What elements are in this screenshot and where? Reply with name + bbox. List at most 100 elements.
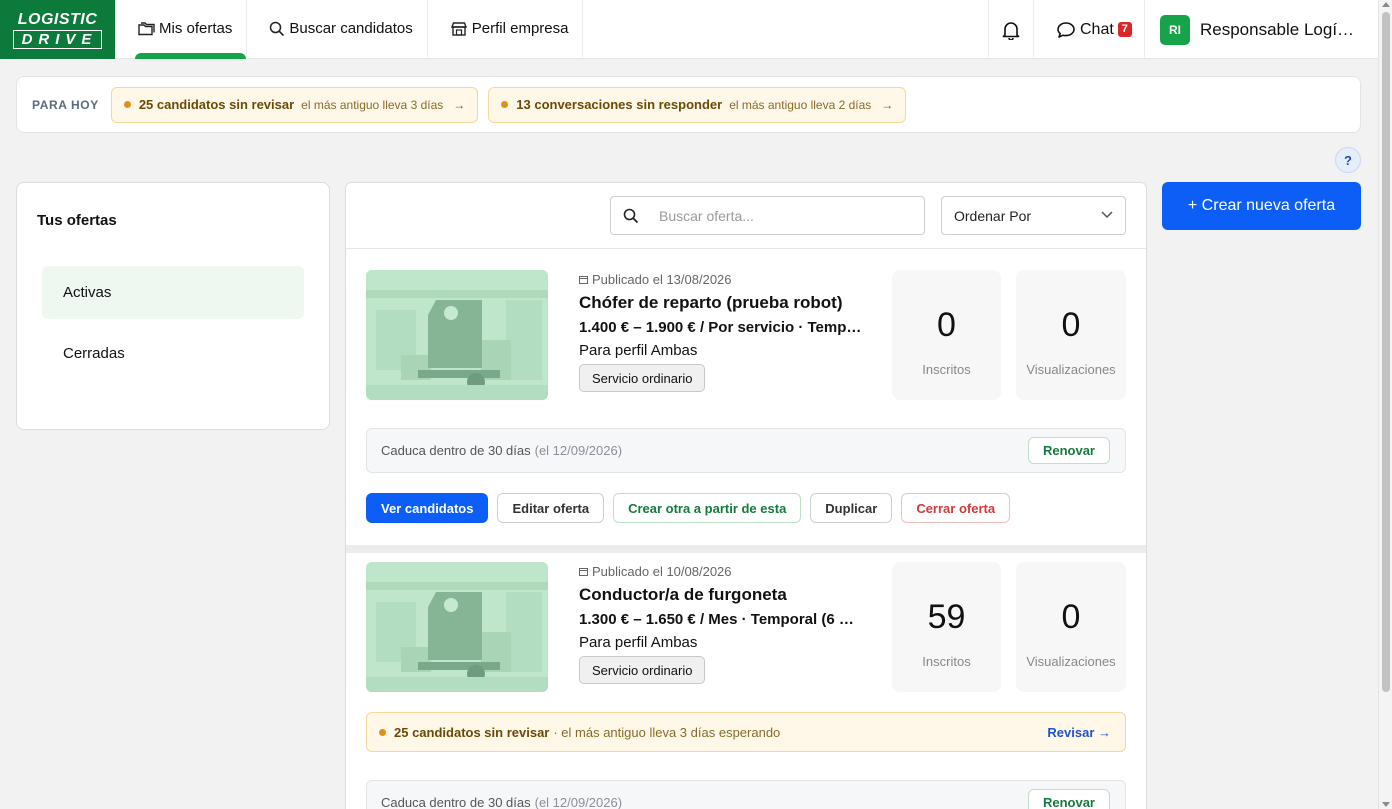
brand-logo[interactable]: LOGISTIC DRIVE [0,0,115,59]
stat-visualizaciones: 0 Visualizaciones [1016,270,1126,400]
offers-toolbar: Ordenar Por [346,183,1146,249]
warning-dot-icon [501,101,509,108]
chat-button[interactable]: Chat 7 [1033,0,1144,59]
offer-expiry-bar: Caduca dentro de 30 días (el 12/09/2026)… [366,428,1126,473]
chevron-down-icon [1101,211,1113,219]
search-box[interactable] [610,196,925,235]
delivery-robot-illustration [366,562,548,692]
alert-title: 13 conversaciones sin responder [516,97,723,112]
stat-inscritos-label: Inscritos [922,654,971,669]
chat-label: Chat [1080,20,1114,38]
sort-label: Ordenar Por [954,207,1032,224]
main-nav: Mis ofertas Buscar candidatos Perfil emp… [115,0,584,59]
sidebar-title: Tus ofertas [37,212,117,229]
review-candidates-alert: 25 candidatos sin revisar · el más antig… [366,712,1126,752]
review-alert-title: 25 candidatos sin revisar [394,724,550,740]
view-candidates-button[interactable]: Ver candidatos [366,493,489,523]
renew-button[interactable]: Renovar [1027,437,1110,464]
stat-inscritos[interactable]: 59 Inscritos [892,562,1001,692]
warning-dot-icon [379,728,386,736]
offers-panel: Ordenar Por Publicado el 13/08/2026 [345,182,1147,809]
create-from-offer-button[interactable]: Crear otra a partir de esta [613,493,802,523]
review-link[interactable]: Revisar → [1047,725,1111,740]
nav-mis-ofertas-label: Mis ofertas [159,20,233,37]
offer-profile: Para perfil Ambas [579,634,698,651]
stat-views-label: Visualizaciones [1026,654,1116,669]
stat-inscritos[interactable]: 0 Inscritos [892,270,1001,400]
offer-profile: Para perfil Ambas [579,342,698,359]
brand-line1: LOGISTIC [17,10,98,28]
alert-subtitle: el más antiguo lleva 2 días [729,97,872,112]
sort-select[interactable]: Ordenar Por [941,196,1126,235]
expiry-text: Caduca dentro de 30 días [381,795,531,809]
chat-count-badge: 7 [1117,22,1132,37]
help-button[interactable]: ? [1335,147,1361,173]
nav-perfil-empresa-label: Perfil empresa [471,20,569,37]
nav-buscar-candidatos[interactable]: Buscar candidatos [247,0,428,59]
warning-dot-icon [123,101,131,108]
user-name: Responsable Logística [1200,19,1360,39]
nav-perfil-empresa[interactable]: Perfil empresa [428,0,584,59]
today-alert-candidates[interactable]: 25 candidatos sin revisar el más antiguo… [110,86,479,123]
offer-actions: Ver candidatos Editar oferta Crear otra … [366,493,1019,523]
stat-views-label: Visualizaciones [1026,362,1116,377]
calendar-icon [579,568,588,576]
page-scrollbar[interactable] [1378,0,1392,809]
expiry-date: (el 12/09/2026) [534,795,623,809]
stat-inscritos-value: 59 [927,598,966,636]
offer-salary: 1.300 € – 1.650 € / Mes · Temporal (6 me… [579,611,864,628]
notifications-button[interactable] [988,0,1033,59]
alert-title: 25 candidatos sin revisar [138,97,295,112]
today-alert-conversations[interactable]: 13 conversaciones sin responder el más a… [488,86,907,123]
nav-mis-ofertas[interactable]: Mis ofertas [115,0,248,59]
sidebar-item-cerradas[interactable]: Cerradas [42,327,304,380]
stat-visualizaciones: 0 Visualizaciones [1016,562,1126,692]
stat-views-value: 0 [1061,598,1081,636]
offer-date-text: Publicado el 13/08/2026 [592,272,732,287]
today-panel: PARA HOY 25 candidatos sin revisar el má… [16,76,1361,133]
stat-inscritos-label: Inscritos [922,362,971,377]
search-icon [270,21,285,36]
duplicate-button[interactable]: Duplicar [810,493,893,523]
store-icon [450,21,467,36]
brand-line2: DRIVE [12,29,103,49]
search-icon [623,208,639,223]
offers-sidebar: Tus ofertas Activas Cerradas [16,182,330,430]
delivery-robot-illustration [366,270,548,400]
offer-divider [346,545,1146,553]
offer-title[interactable]: Conductor/a de furgoneta [579,585,787,605]
offer-publish-date: Publicado el 13/08/2026 [579,272,732,287]
offer-date-text: Publicado el 10/08/2026 [592,564,732,579]
offer-thumbnail [366,270,548,400]
stat-inscritos-value: 0 [937,306,956,344]
scroll-up-arrow-icon[interactable] [1382,2,1390,7]
offer-tag: Servicio ordinario [579,656,706,684]
edit-offer-button[interactable]: Editar oferta [497,493,605,523]
chat-bubble-icon [1057,21,1075,38]
offer-tag: Servicio ordinario [579,364,706,392]
scroll-down-arrow-icon[interactable] [1382,802,1390,807]
alert-subtitle: el más antiguo lleva 3 días [301,97,444,112]
close-offer-button[interactable]: Cerrar oferta [901,493,1011,523]
offer-expiry-bar: Caduca dentro de 30 días (el 12/09/2026)… [366,780,1126,809]
avatar: RI [1160,14,1190,45]
expiry-text: Caduca dentro de 30 días [381,443,531,458]
stat-views-value: 0 [1061,306,1081,344]
search-input[interactable] [659,207,899,224]
arrow-right-icon: → [453,97,466,112]
offer-title[interactable]: Chófer de reparto (prueba robot) [579,293,843,313]
offer-salary: 1.400 € – 1.900 € / Por servicio · Tempo… [579,319,864,336]
bell-icon [1002,21,1020,40]
arrow-right-icon: → [881,97,894,112]
top-header: LOGISTIC DRIVE Mis ofertas Buscar candid… [0,0,1378,59]
sidebar-item-activas[interactable]: Activas [42,266,304,319]
folders-icon [138,21,155,35]
review-alert-subtitle: · el más antiguo lleva 3 días esperando [553,724,781,740]
renew-button[interactable]: Renovar [1027,789,1110,809]
scroll-thumb[interactable] [1382,12,1390,692]
expiry-date: (el 12/09/2026) [534,443,623,458]
offer-publish-date: Publicado el 10/08/2026 [579,564,732,579]
create-offer-button[interactable]: + Crear nueva oferta [1162,182,1361,230]
calendar-icon [579,276,588,284]
user-menu[interactable]: RI Responsable Logística [1144,0,1378,59]
